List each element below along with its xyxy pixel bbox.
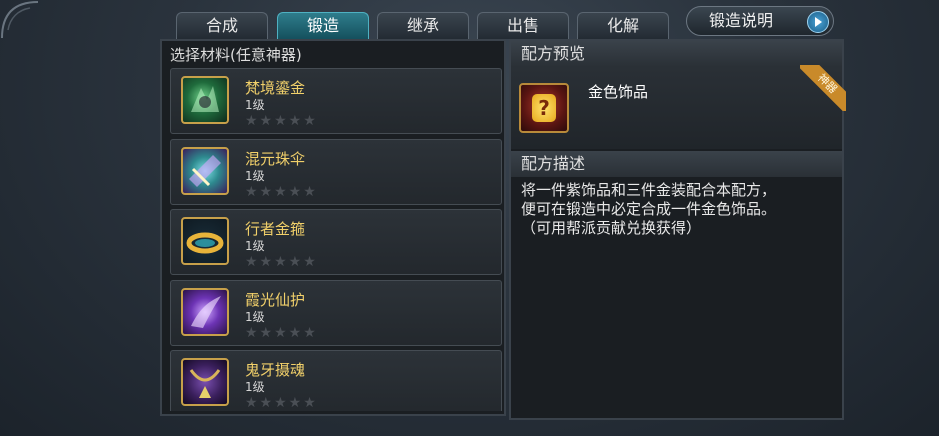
material-item[interactable]: 行者金箍 1级 ★★★★★ bbox=[170, 209, 502, 275]
star-rating: ★★★★★ bbox=[245, 324, 318, 341]
material-name: 霞光仙护 bbox=[245, 290, 306, 309]
forge-help-button[interactable]: 锻造说明 bbox=[686, 6, 834, 36]
recipe-preview: ? 金色饰品 神器 bbox=[511, 65, 846, 149]
golden-circlet-icon bbox=[181, 217, 229, 265]
material-level: 1级 bbox=[245, 380, 265, 394]
recipe-panel: 配方预览 ? 金色饰品 神器 配方描述 将一件紫饰品和三件金装配合本配方， 便可… bbox=[509, 39, 846, 420]
material-name: 鬼牙摄魂 bbox=[245, 361, 306, 379]
tab-forge[interactable]: 锻造 bbox=[277, 12, 369, 39]
forge-help-label: 锻造说明 bbox=[709, 11, 774, 30]
artifact-ribbon: 神器 bbox=[800, 65, 846, 111]
materials-panel: 选择材料(任意神器) 梵境鎏金 1级 ★★★★★ 混元珠伞 1级 ★★★★★ 行… bbox=[160, 39, 506, 416]
materials-header: 选择材料(任意神器) bbox=[170, 46, 302, 64]
material-level: 1级 bbox=[245, 168, 265, 183]
star-rating: ★★★★★ bbox=[245, 254, 318, 270]
recipe-desc-header: 配方描述 bbox=[511, 151, 842, 177]
tab-dissolve[interactable]: 化解 bbox=[577, 12, 669, 39]
material-level: 1级 bbox=[245, 309, 265, 324]
recipe-desc-line: 便可在锻造中必定合成一件金色饰品。 bbox=[521, 200, 777, 218]
recipe-result-slot[interactable]: ? bbox=[519, 83, 569, 133]
materials-list[interactable]: 梵境鎏金 1级 ★★★★★ 混元珠伞 1级 ★★★★★ 行者金箍 1级 ★★★★… bbox=[170, 68, 502, 411]
material-item[interactable]: 鬼牙摄魂 1级 ★★★★★ bbox=[170, 350, 502, 411]
material-name: 混元珠伞 bbox=[245, 149, 306, 168]
question-mark-icon: ? bbox=[532, 94, 556, 122]
star-rating: ★★★★★ bbox=[245, 183, 318, 200]
star-rating: ★★★★★ bbox=[245, 395, 318, 411]
artifact-ribbon-label: 神器 bbox=[800, 65, 846, 111]
purple-wing-icon bbox=[181, 287, 229, 336]
material-item[interactable]: 霞光仙护 1级 ★★★★★ bbox=[170, 279, 502, 346]
material-item[interactable]: 梵境鎏金 1级 ★★★★★ bbox=[170, 68, 502, 134]
material-name: 梵境鎏金 bbox=[245, 79, 306, 97]
umbrella-weapon-icon bbox=[181, 146, 229, 195]
corner-ornament-icon bbox=[1, 1, 39, 39]
material-level: 1级 bbox=[245, 98, 265, 112]
play-icon bbox=[807, 11, 829, 33]
recipe-desc-line: （可用帮派贡献兑换获得） bbox=[521, 219, 702, 237]
tab-inherit[interactable]: 继承 bbox=[377, 12, 469, 39]
material-item[interactable]: 混元珠伞 1级 ★★★★★ bbox=[170, 138, 502, 205]
material-name: 行者金箍 bbox=[245, 220, 306, 238]
tab-sell[interactable]: 出售 bbox=[477, 12, 569, 39]
material-level: 1级 bbox=[245, 239, 265, 253]
recipe-result-name: 金色饰品 bbox=[588, 83, 649, 101]
ghost-fang-necklace-icon bbox=[181, 358, 229, 406]
recipe-preview-header: 配方预览 bbox=[511, 41, 842, 67]
tab-synthesize[interactable]: 合成 bbox=[176, 12, 268, 39]
star-rating: ★★★★★ bbox=[245, 113, 318, 129]
dragon-armor-icon bbox=[181, 76, 229, 124]
recipe-description: 将一件紫饰品和三件金装配合本配方， 便可在锻造中必定合成一件金色饰品。 （可用帮… bbox=[521, 181, 837, 238]
recipe-desc-line: 将一件紫饰品和三件金装配合本配方， bbox=[521, 181, 777, 199]
